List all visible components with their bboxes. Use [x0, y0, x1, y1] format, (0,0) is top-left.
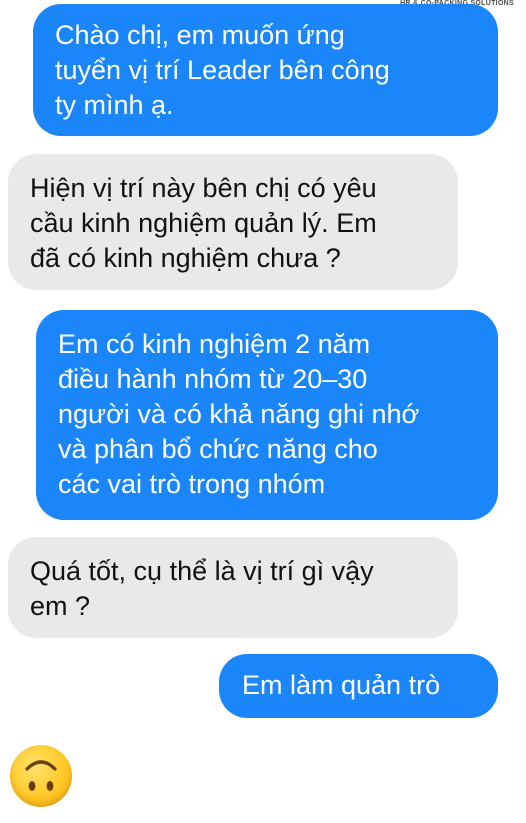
message-text: người và có khả năng ghi nhớ [58, 399, 420, 429]
message-bubble-received[interactable]: Hiện vị trí này bên chị có yêu cầu kinh … [8, 154, 458, 290]
message-text: cầu kinh nghiệm quản lý. Em [30, 208, 377, 238]
message-text: điều hành nhóm từ 20–30 [58, 364, 368, 394]
message-text: tuyển vị trí Leader bên công [55, 55, 390, 85]
upside-down-face-icon[interactable] [10, 745, 72, 807]
message-text: và phân bổ chức năng cho [58, 434, 378, 464]
message-text: Quá tốt, cụ thể là vị trí gì vậy [30, 556, 374, 586]
message-text: đã có kinh nghiệm chưa ? [30, 243, 341, 273]
message-text: em ? [30, 591, 91, 621]
message-text: Chào chị, em muốn ứng [55, 20, 345, 50]
message-bubble-received[interactable]: Quá tốt, cụ thể là vị trí gì vậy em ? [8, 537, 458, 638]
upside-down-face-graphic [25, 760, 57, 791]
message-text: Em có kinh nghiệm 2 năm [58, 329, 371, 359]
message-bubble-sent[interactable]: Em có kinh nghiệm 2 năm điều hành nhóm t… [36, 310, 498, 520]
message-text: ty mình ạ. [55, 90, 174, 120]
message-text: Hiện vị trí này bên chị có yêu [30, 173, 377, 203]
message-bubble-sent[interactable]: Chào chị, em muốn ứng tuyển vị trí Leade… [33, 4, 498, 136]
message-text: các vai trò trong nhóm [58, 469, 326, 499]
message-text: Em làm quản trò [242, 670, 441, 700]
message-bubble-sent[interactable]: Em làm quản trò [219, 654, 498, 718]
